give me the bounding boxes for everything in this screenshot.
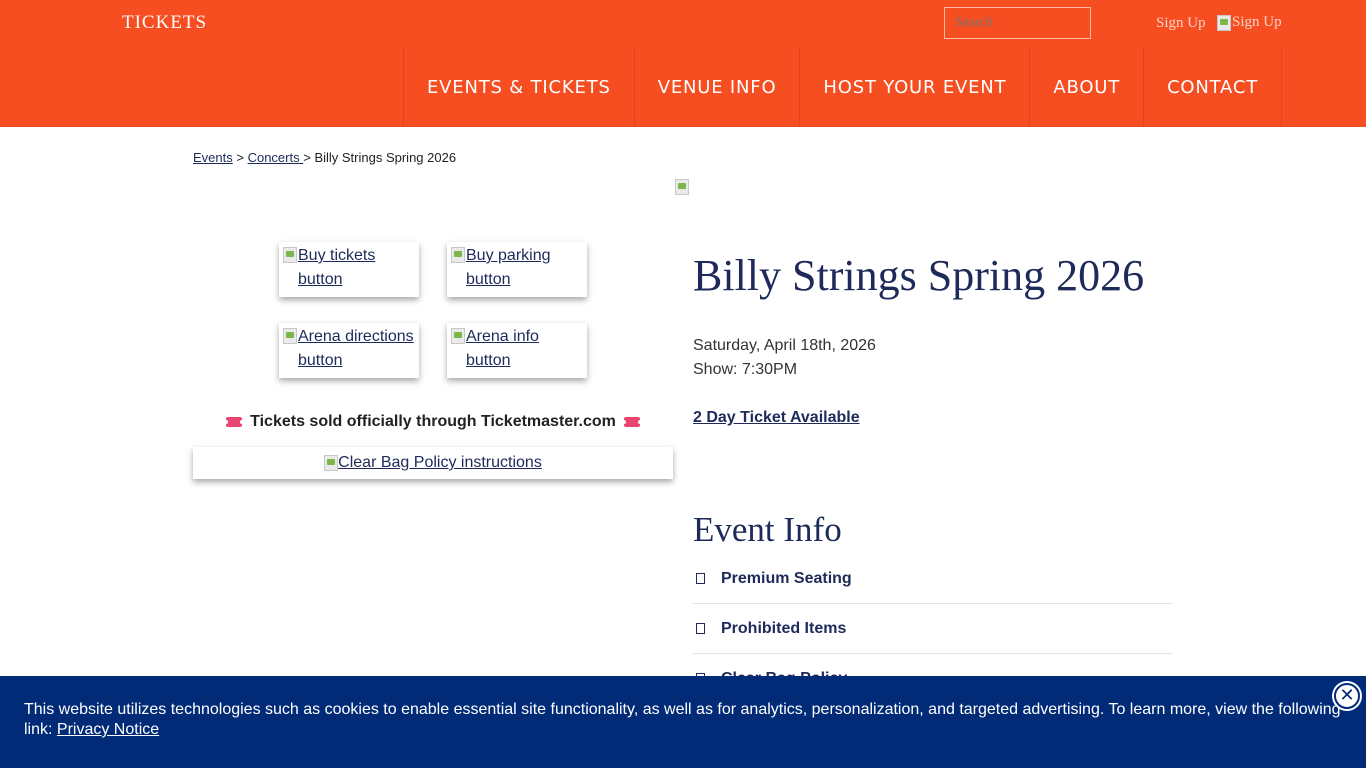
- ticket-icon: [621, 417, 642, 427]
- privacy-notice-link[interactable]: Privacy Notice: [57, 721, 159, 738]
- arena-directions-button[interactable]: Arena directions button: [279, 323, 419, 378]
- cookie-text: This website utilizes technologies such …: [24, 701, 1341, 738]
- event-date: Saturday, April 18th, 2026: [693, 337, 876, 354]
- site-header: TICKETS Sign Up Sign Up EVENTS & TICKETS…: [0, 0, 1366, 127]
- breadcrumb-separator: >: [232, 150, 248, 165]
- nav-host-your-event[interactable]: HOST YOUR EVENT: [800, 48, 1031, 127]
- search-input[interactable]: [944, 7, 1091, 39]
- signup-image-link[interactable]: Sign Up: [1217, 14, 1282, 31]
- accordion-premium-seating[interactable]: Premium Seating: [693, 554, 1173, 604]
- broken-image-icon: [451, 247, 465, 263]
- two-day-ticket-link[interactable]: 2 Day Ticket Available: [693, 409, 860, 427]
- buy-parking-button[interactable]: Buy parking button: [447, 242, 587, 297]
- nav-about[interactable]: ABOUT: [1030, 48, 1145, 127]
- event-hero-image: [675, 179, 689, 195]
- buy-parking-alt: Buy parking button: [466, 247, 551, 288]
- main-nav: EVENTS & TICKETS VENUE INFO HOST YOUR EV…: [403, 48, 1283, 127]
- breadcrumb-current: Billy Strings Spring 2026: [314, 150, 457, 165]
- signup-image-alt: Sign Up: [1232, 14, 1282, 30]
- broken-image-icon: [451, 328, 465, 344]
- arena-info-button[interactable]: Arena info button: [447, 323, 587, 378]
- ticket-icon: [224, 417, 245, 427]
- close-icon[interactable]: ✕: [1334, 683, 1360, 709]
- accordion-prohibited-items[interactable]: Prohibited Items: [693, 604, 1173, 654]
- breadcrumb-events[interactable]: Events: [193, 150, 233, 165]
- breadcrumb-separator: >: [303, 150, 315, 165]
- nav-events-tickets[interactable]: EVENTS & TICKETS: [404, 48, 635, 127]
- cookie-banner: This website utilizes technologies such …: [0, 676, 1366, 768]
- cookie-message: This website utilizes technologies such …: [24, 700, 1354, 740]
- breadcrumb: Events > Concerts > Billy Strings Spring…: [193, 150, 456, 165]
- nav-venue-info[interactable]: VENUE INFO: [635, 48, 801, 127]
- broken-image-icon: [324, 455, 339, 471]
- ticketmaster-notice: Tickets sold officially through Ticketma…: [193, 413, 673, 431]
- signup-link[interactable]: Sign Up: [1156, 15, 1206, 32]
- arena-info-alt: Arena info button: [466, 328, 539, 369]
- nav-contact[interactable]: CONTACT: [1144, 48, 1283, 127]
- buy-tickets-alt: Buy tickets button: [298, 247, 376, 288]
- ticketmaster-notice-text: Tickets sold officially through Ticketma…: [250, 413, 616, 430]
- expand-icon: [696, 623, 705, 634]
- broken-image-icon: [283, 328, 297, 344]
- event-info-heading: Event Info: [693, 510, 842, 549]
- event-show-time: Show: 7:30PM: [693, 361, 798, 378]
- breadcrumb-concerts[interactable]: Concerts: [248, 150, 304, 165]
- expand-icon: [696, 573, 705, 584]
- broken-image-icon: [1217, 14, 1231, 31]
- accordion-label: Prohibited Items: [721, 619, 847, 637]
- arena-directions-alt: Arena directions button: [298, 328, 414, 369]
- site-logo[interactable]: TICKETS: [122, 12, 207, 34]
- event-title: Billy Strings Spring 2026: [693, 251, 1145, 300]
- buy-tickets-button[interactable]: Buy tickets button: [279, 242, 419, 297]
- broken-image-icon: [283, 247, 297, 263]
- clear-bag-policy-button[interactable]: Clear Bag Policy instructions: [193, 447, 673, 479]
- accordion-label: Premium Seating: [721, 569, 852, 587]
- clear-bag-alt: Clear Bag Policy instructions: [338, 454, 542, 471]
